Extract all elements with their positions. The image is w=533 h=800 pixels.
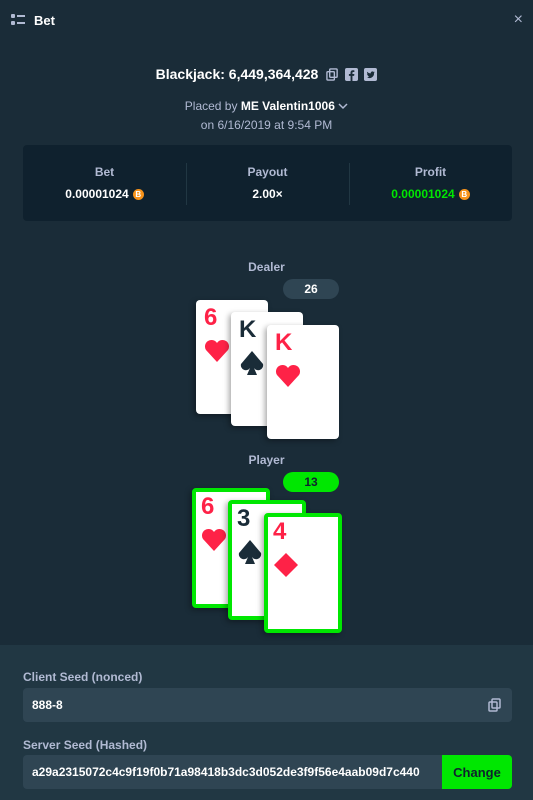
server-seed-label: Server Seed (Hashed) <box>23 738 148 752</box>
card-rank: K <box>275 329 293 356</box>
heart-suit-icon <box>204 339 230 362</box>
bet-stats-panel: Bet 0.00001024 B Payout 2.00× Profit 0.0… <box>23 145 512 221</box>
bet-label: Bet <box>94 165 115 179</box>
player-card-3: 4 <box>264 513 342 633</box>
dealer-score-badge: 26 <box>283 279 339 299</box>
facebook-icon[interactable] <box>345 67 359 81</box>
placed-by-user[interactable]: ME Valentin1006 <box>241 99 335 113</box>
game-title: Blackjack: 6,449,364,428 <box>155 66 319 82</box>
payout-stat: Payout 2.00× <box>186 145 349 221</box>
game-title-row: Blackjack: 6,449,364,428 <box>0 66 533 82</box>
server-seed-field[interactable]: a29a2315072c4c9f19f0b71a98418b3dc3d052de… <box>23 755 442 789</box>
card-rank: 3 <box>237 505 251 532</box>
diamond-suit-icon <box>274 553 298 577</box>
bet-list-icon <box>11 14 25 25</box>
heart-suit-icon <box>275 364 301 387</box>
dealer-label: Dealer <box>248 260 285 274</box>
spade-suit-icon <box>240 351 264 375</box>
bitcoin-icon: B <box>132 188 144 200</box>
spade-suit-icon <box>238 540 262 564</box>
modal-header: Bet × <box>0 0 533 40</box>
card-rank: 4 <box>273 518 287 545</box>
profit-stat: Profit 0.00001024 B <box>349 145 512 221</box>
player-label: Player <box>248 453 285 467</box>
card-rank: 6 <box>201 493 215 520</box>
placed-date: on 6/16/2019 at 9:54 PM <box>200 118 333 132</box>
chevron-down-icon[interactable] <box>338 102 348 110</box>
twitter-icon[interactable] <box>364 67 378 81</box>
copy-icon[interactable] <box>488 698 502 712</box>
client-seed-value: 888-8 <box>32 698 63 712</box>
bet-stat: Bet 0.00001024 B <box>23 145 186 221</box>
dealer-card-3: K <box>267 325 339 439</box>
card-rank: K <box>239 316 257 343</box>
client-seed-label: Client Seed (nonced) <box>23 670 143 684</box>
placed-by: Placed by ME Valentin1006 <box>0 99 533 113</box>
modal-title: Bet <box>34 12 55 28</box>
card-rank: 6 <box>204 304 218 331</box>
profit-label: Profit <box>414 165 447 179</box>
change-seed-button[interactable]: Change <box>442 755 512 789</box>
client-seed-field[interactable]: 888-8 <box>23 688 512 722</box>
heart-suit-icon <box>201 528 227 551</box>
bitcoin-icon: B <box>458 188 470 200</box>
copy-link-icon[interactable] <box>326 67 339 81</box>
payout-label: Payout <box>247 165 288 179</box>
server-seed-value: a29a2315072c4c9f19f0b71a98418b3dc3d052de… <box>32 765 420 779</box>
profit-value: 0.00001024 <box>391 187 455 201</box>
payout-value: 2.00× <box>252 187 283 201</box>
placed-by-prefix: Placed by <box>184 99 238 113</box>
fairness-panel: Client Seed (nonced) 888-8 Server Seed (… <box>0 645 533 800</box>
close-icon[interactable]: × <box>514 11 523 29</box>
player-score-badge: 13 <box>283 472 339 492</box>
bet-value: 0.00001024 <box>65 187 129 201</box>
